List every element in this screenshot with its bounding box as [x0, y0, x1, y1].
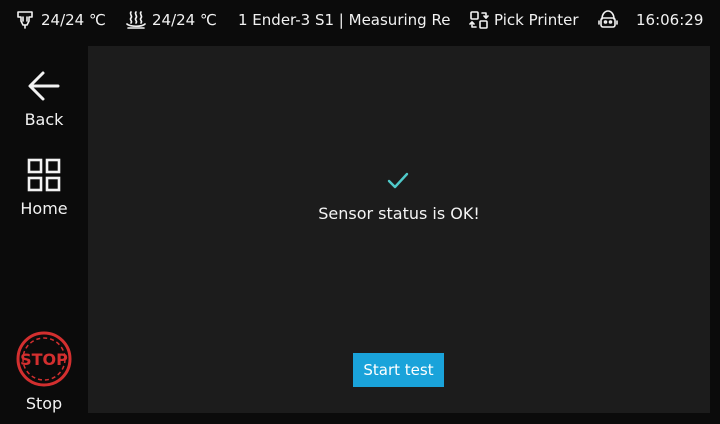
bed-temp-value: 24/24 ℃ — [152, 11, 217, 29]
back-button[interactable]: Back — [0, 68, 88, 129]
robot-status[interactable] — [597, 8, 619, 30]
check-icon — [386, 171, 410, 191]
stop-badge-text: STOP — [20, 350, 68, 369]
printer-name: 1 Ender-3 S1 | Measuring Re — [238, 11, 451, 29]
grid-icon — [26, 157, 62, 193]
switch-printer-icon — [468, 9, 490, 31]
sensor-status-message: Sensor status is OK! — [318, 204, 480, 223]
nozzle-temp-value: 24/24 ℃ — [41, 11, 106, 29]
stop-button[interactable]: STOP Stop — [0, 330, 88, 413]
pick-printer-button[interactable]: Pick Printer — [468, 9, 579, 31]
nozzle-icon — [14, 9, 36, 31]
status-bar: 24/24 ℃ 24/24 ℃ 1 Ender-3 S1 | Measuring… — [0, 0, 720, 40]
screen: 24/24 ℃ 24/24 ℃ 1 Ender-3 S1 | Measuring… — [0, 0, 720, 424]
home-button[interactable]: Home — [0, 157, 88, 218]
start-test-button[interactable]: Start test — [353, 353, 444, 387]
bed-temperature[interactable]: 24/24 ℃ — [125, 9, 217, 31]
home-label: Home — [20, 199, 68, 218]
clock: 16:06:29 — [636, 11, 704, 29]
pick-printer-label: Pick Printer — [494, 11, 579, 29]
stop-label: Stop — [25, 394, 63, 413]
nozzle-temperature[interactable]: 24/24 ℃ — [14, 9, 106, 31]
sensor-test-panel: Sensor status is OK! Start test — [88, 46, 710, 413]
heated-bed-icon — [125, 9, 147, 31]
back-label: Back — [24, 110, 64, 129]
arrow-left-icon — [26, 68, 62, 104]
robot-icon — [597, 8, 619, 30]
stop-sign-icon: STOP — [15, 330, 73, 388]
